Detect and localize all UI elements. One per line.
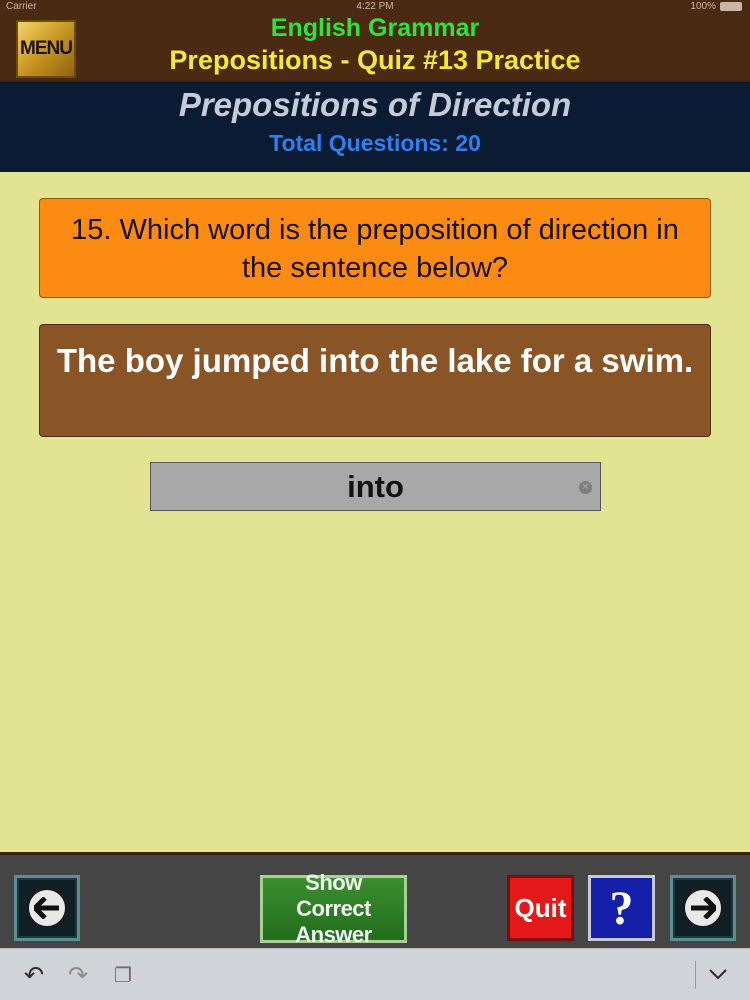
quiz-title: Prepositions - Quiz #13 Practice — [169, 45, 581, 75]
answer-field-container: ✕ — [150, 462, 601, 511]
arrow-right-icon — [682, 887, 724, 929]
app-header: MENU English Grammar Prepositions - Quiz… — [0, 14, 750, 80]
undo-icon[interactable]: ↶ — [24, 961, 44, 990]
help-button[interactable]: ? — [588, 875, 655, 941]
bottom-toolbar: Show Correct Answer Quit ? — [0, 852, 750, 948]
redo-icon[interactable]: ↷ — [68, 961, 88, 990]
app-title: English Grammar — [270, 14, 480, 42]
status-time: 4:22 PM — [356, 1, 394, 12]
show-correct-answer-button[interactable]: Show Correct Answer — [260, 870, 407, 947]
battery-indicator: 100% — [690, 1, 742, 12]
question-box: 15. Which word is the preposition of dir… — [39, 198, 711, 298]
answer-input[interactable] — [151, 463, 600, 510]
topic-band: Prepositions of Direction Total Question… — [0, 80, 750, 172]
show-answer-line2: Correct Answer — [295, 896, 372, 947]
next-button[interactable] — [670, 875, 736, 941]
battery-icon — [720, 2, 742, 11]
accessory-divider — [695, 961, 696, 989]
battery-percent: 100% — [690, 1, 716, 12]
status-bar: Carrier 4:22 PM 100% — [0, 0, 750, 14]
show-answer-line1: Show — [305, 870, 362, 895]
quit-button[interactable]: Quit — [507, 875, 574, 941]
sentence-box: The boy jumped into the lake for a swim. — [39, 324, 711, 437]
paste-icon[interactable]: ❐ — [114, 963, 132, 988]
clear-circle-icon[interactable]: ✕ — [579, 481, 592, 494]
previous-button[interactable] — [14, 875, 80, 941]
arrow-left-icon — [26, 887, 68, 929]
topic-title: Prepositions of Direction — [178, 86, 572, 123]
keyboard-accessory-bar: ↶ ↷ ❐ — [0, 948, 750, 1000]
chevron-down-icon[interactable] — [708, 961, 728, 987]
total-questions: Total Questions: 20 — [269, 130, 481, 156]
